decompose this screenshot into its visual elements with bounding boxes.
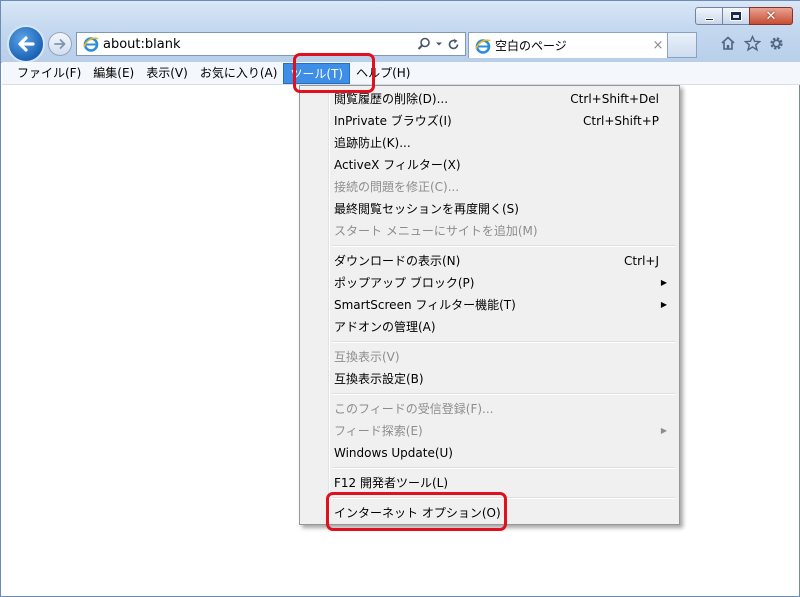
tools-menu-item[interactable]: 追跡防止(K)...: [302, 132, 677, 154]
menu-item-shortcut: Ctrl+J: [624, 254, 659, 268]
menu-item-label: SmartScreen フィルター機能(T): [334, 298, 516, 312]
maximize-icon: [731, 12, 741, 20]
menu-item-label: InPrivate ブラウズ(I): [334, 114, 452, 128]
tools-menu-item: フィード探索(E) ▶: [302, 420, 677, 442]
forward-button[interactable]: [48, 32, 72, 56]
tools-button[interactable]: [767, 34, 785, 52]
menu-item-label: ポップアップ ブロック(P): [334, 276, 475, 290]
menu-item-label: フィード探索(E): [334, 424, 423, 438]
address-url[interactable]: about:blank: [103, 37, 417, 52]
browser-window: ✕ about:blank 空白のページ × ファイル(F) 編集(E) 表示(…: [0, 0, 800, 597]
menu-item-2[interactable]: 表示(V): [140, 63, 194, 84]
menu-item-label: ダウンロードの表示(N): [334, 254, 461, 268]
menu-separator: [302, 494, 677, 502]
tools-menu-item[interactable]: F12 開発者ツール(L): [302, 472, 677, 494]
tools-menu-item[interactable]: ActiveX フィルター(X): [302, 154, 677, 176]
title-bar: ✕ about:blank 空白のページ ×: [1, 1, 800, 63]
submenu-arrow-icon: ▶: [660, 278, 667, 287]
gear-icon: [769, 36, 783, 50]
chevron-down-icon[interactable]: [435, 40, 443, 48]
new-tab-button[interactable]: [668, 32, 697, 58]
home-button[interactable]: [719, 34, 737, 52]
menu-separator: [302, 390, 677, 398]
minimize-button[interactable]: [695, 7, 722, 25]
minimize-icon: [704, 17, 714, 21]
menu-item-label: 最終閲覧セッションを再度開く(S): [334, 202, 519, 216]
back-arrow-icon: [18, 36, 35, 52]
menu-item-label: スタート メニューにサイトを追加(M): [334, 224, 538, 238]
menu-item-label: このフィードの受信登録(F)...: [334, 402, 494, 416]
window-controls: ✕: [695, 7, 793, 25]
close-icon: ✕: [765, 8, 777, 24]
menu-item-label: アドオンの管理(A): [334, 320, 436, 334]
tools-menu-item[interactable]: 互換表示設定(B): [302, 368, 677, 390]
menu-item-0[interactable]: ファイル(F): [11, 63, 87, 84]
menu-item-label: F12 開発者ツール(L): [334, 476, 449, 490]
tab-blank-page[interactable]: 空白のページ ×: [468, 32, 668, 58]
tools-menu-item: 互換表示(V): [302, 346, 677, 368]
forward-arrow-icon: [54, 39, 66, 49]
tools-menu-item[interactable]: InPrivate ブラウズ(I) Ctrl+Shift+P: [302, 110, 677, 132]
tools-menu-item: このフィードの受信登録(F)...: [302, 398, 677, 420]
refresh-icon[interactable]: [447, 38, 460, 51]
menu-item-label: 接続の問題を修正(C)...: [334, 180, 460, 194]
menu-separator: [302, 242, 677, 250]
tools-menu-item[interactable]: ポップアップ ブロック(P) ▶: [302, 272, 677, 294]
favorites-button[interactable]: [743, 34, 761, 52]
tools-menu-item[interactable]: インターネット オプション(O): [302, 502, 677, 524]
address-tools: [417, 37, 460, 51]
ie-page-icon: [474, 37, 491, 54]
home-icon: [721, 36, 735, 50]
menu-item-shortcut: Ctrl+Shift+P: [583, 114, 659, 128]
submenu-arrow-icon: ▶: [660, 426, 667, 435]
tools-dropdown-menu: 閲覧履歴の削除(D)... Ctrl+Shift+Del InPrivate ブラウ…: [299, 85, 680, 525]
menu-item-label: ActiveX フィルター(X): [334, 158, 461, 172]
menu-item-label: 互換表示(V): [334, 350, 400, 364]
search-icon[interactable]: [417, 37, 431, 51]
ie-logo-icon: [82, 36, 99, 53]
tools-menu-item[interactable]: SmartScreen フィルター機能(T) ▶: [302, 294, 677, 316]
menu-item-3[interactable]: お気に入り(A): [194, 63, 284, 84]
star-icon: [743, 34, 761, 51]
tools-menu-item: スタート メニューにサイトを追加(M): [302, 220, 677, 242]
menu-separator: [302, 338, 677, 346]
tab-title: 空白のページ: [495, 39, 567, 53]
menu-item-5[interactable]: ヘルプ(H): [350, 63, 416, 84]
menu-separator: [302, 464, 677, 472]
menu-item-label: 互換表示設定(B): [334, 372, 424, 386]
close-window-button[interactable]: ✕: [749, 7, 793, 25]
tools-menu-item[interactable]: Windows Update(U): [302, 442, 677, 464]
address-bar[interactable]: about:blank: [76, 32, 466, 56]
maximize-button[interactable]: [722, 7, 749, 25]
menu-item-label: Windows Update(U): [334, 446, 453, 460]
menu-bar: ファイル(F) 編集(E) 表示(V) お気に入り(A) ツール(T) ヘルプ(H): [2, 62, 800, 85]
menu-item-1[interactable]: 編集(E): [87, 63, 140, 84]
menu-item-label: 閲覧履歴の削除(D)...: [334, 92, 449, 106]
menu-item-label: インターネット オプション(O): [334, 506, 501, 520]
command-icons: [719, 34, 785, 52]
tools-menu-item[interactable]: ダウンロードの表示(N) Ctrl+J: [302, 250, 677, 272]
menu-item-label: 追跡防止(K)...: [334, 136, 411, 150]
menu-item-shortcut: Ctrl+Shift+Del: [570, 92, 659, 106]
tab-close-icon[interactable]: ×: [649, 38, 667, 53]
back-button[interactable]: [7, 25, 45, 63]
tools-menu-item[interactable]: アドオンの管理(A): [302, 316, 677, 338]
menu-item-4[interactable]: ツール(T): [283, 62, 351, 84]
tools-menu-item: 接続の問題を修正(C)...: [302, 176, 677, 198]
tools-menu-item[interactable]: 最終閲覧セッションを再度開く(S): [302, 198, 677, 220]
tools-menu-item[interactable]: 閲覧履歴の削除(D)... Ctrl+Shift+Del: [302, 88, 677, 110]
submenu-arrow-icon: ▶: [660, 300, 667, 309]
